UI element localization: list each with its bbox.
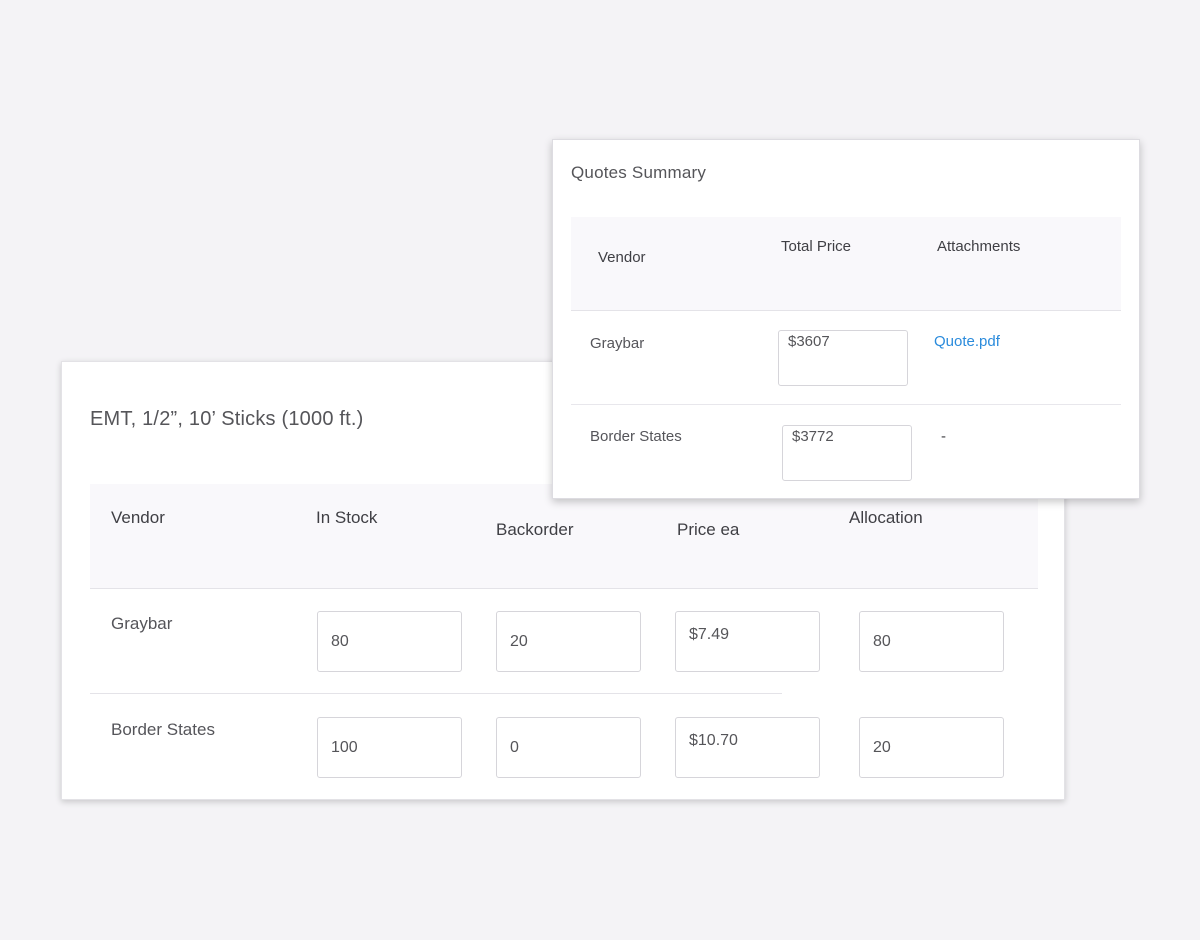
column-header-vendor: Vendor <box>598 249 646 266</box>
vendor-name-graybar: Graybar <box>590 335 645 352</box>
column-header-backorder: Backorder <box>496 520 574 539</box>
backorder-field[interactable]: 0 <box>496 717 641 778</box>
column-header-total-price: Total Price <box>781 238 852 255</box>
quotes-summary-title: Quotes Summary <box>571 163 707 182</box>
in-stock-field[interactable]: 80 <box>317 611 462 672</box>
allocation-field[interactable]: 80 <box>859 611 1004 672</box>
line-item-title: EMT, 1/2”, 10’ Sticks (1000 ft.) <box>90 408 364 430</box>
vendor-name-graybar: Graybar <box>111 614 173 633</box>
vendor-name-border-states: Border States <box>111 720 215 739</box>
backorder-field[interactable]: 20 <box>496 611 641 672</box>
column-header-in-stock: In Stock <box>316 508 378 527</box>
column-header-price-ea: Price ea <box>677 520 740 539</box>
price-ea-field[interactable]: $7.49 <box>675 611 820 672</box>
quotes-summary-card: Quotes Summary Vendor Total Price Attach… <box>552 139 1140 499</box>
column-header-attachments: Attachments <box>937 238 1021 255</box>
column-header-vendor: Vendor <box>111 508 165 527</box>
price-ea-field[interactable]: $10.70 <box>675 717 820 778</box>
column-header-allocation: Allocation <box>849 508 923 527</box>
allocation-field[interactable]: 20 <box>859 717 1004 778</box>
row-divider <box>571 404 1121 405</box>
total-price-field[interactable]: $3607 <box>778 330 908 386</box>
total-price-field[interactable]: $3772 <box>782 425 912 481</box>
quotes-table-header <box>571 217 1121 311</box>
quote-pdf-link[interactable]: Quote.pdf <box>934 333 1000 350</box>
in-stock-field[interactable]: 100 <box>317 717 462 778</box>
row-divider <box>90 693 782 694</box>
vendor-name-border-states: Border States <box>590 428 682 445</box>
no-attachment-placeholder: - <box>941 428 946 445</box>
